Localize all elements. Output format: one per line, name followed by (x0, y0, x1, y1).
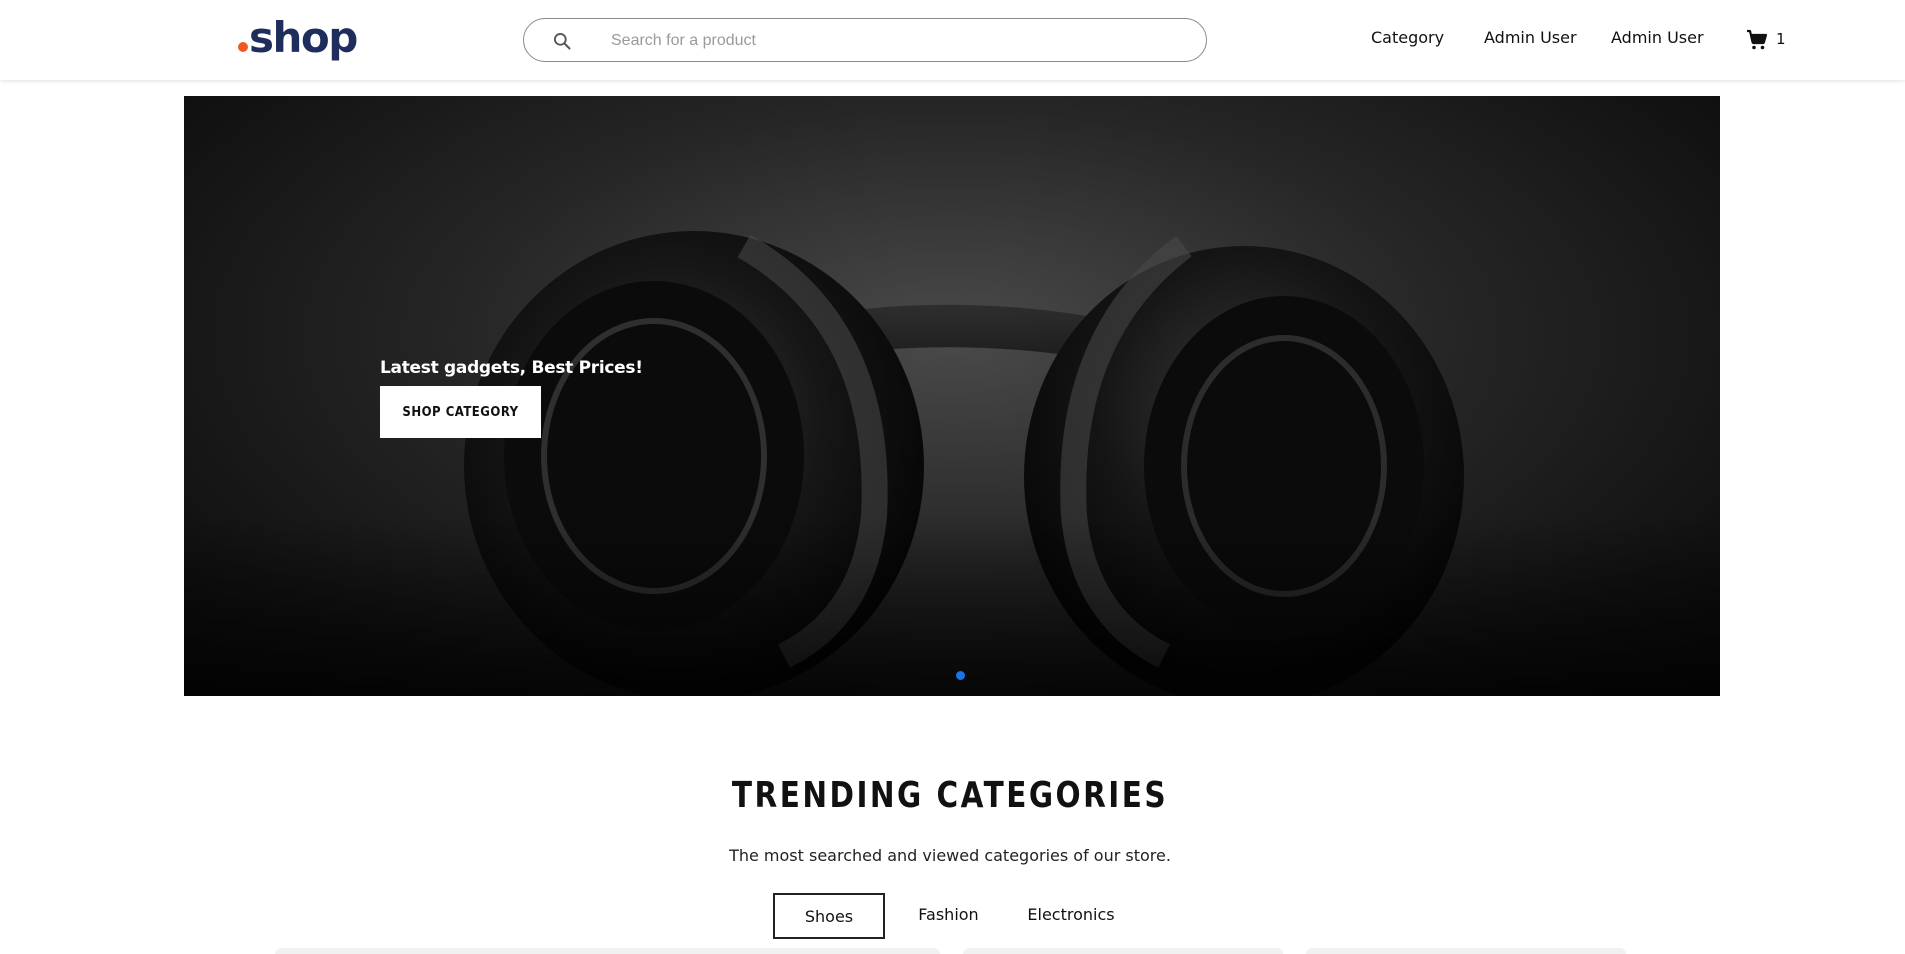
product-card[interactable] (275, 948, 940, 954)
section-subtitle: The most searched and viewed categories … (729, 846, 1171, 865)
nav-admin-user-secondary[interactable]: Admin User (1611, 28, 1704, 47)
logo-dot (238, 42, 248, 52)
tab-electronics[interactable]: Electronics (1015, 893, 1127, 939)
category-tabs: Shoes Fashion Electronics (0, 893, 1905, 939)
search-bar[interactable] (523, 18, 1207, 62)
hero-banner: Latest gadgets, Best Prices! SHOP CATEGO… (184, 96, 1720, 696)
shop-category-button[interactable]: SHOP CATEGORY (380, 386, 541, 438)
tab-fashion[interactable]: Fashion (900, 893, 997, 939)
nav-admin-user[interactable]: Admin User (1484, 28, 1577, 47)
logo-text: shop (249, 13, 358, 62)
tab-shoes[interactable]: Shoes (773, 893, 885, 939)
search-input[interactable] (609, 25, 1169, 57)
carousel-indicator-dot[interactable] (956, 671, 965, 680)
site-header: shop Category Admin User Admin User 1 (0, 0, 1905, 80)
cart-icon[interactable] (1745, 28, 1769, 52)
nav-category[interactable]: Category (1371, 28, 1444, 47)
product-card[interactable] (963, 948, 1283, 954)
search-icon[interactable] (552, 31, 572, 51)
section-title: TRENDING CATEGORIES (731, 775, 1169, 816)
hero-tagline: Latest gadgets, Best Prices! (380, 358, 643, 378)
site-logo[interactable]: shop (238, 10, 358, 66)
cart-count-badge: 1 (1776, 30, 1786, 48)
product-card[interactable] (1306, 948, 1626, 954)
